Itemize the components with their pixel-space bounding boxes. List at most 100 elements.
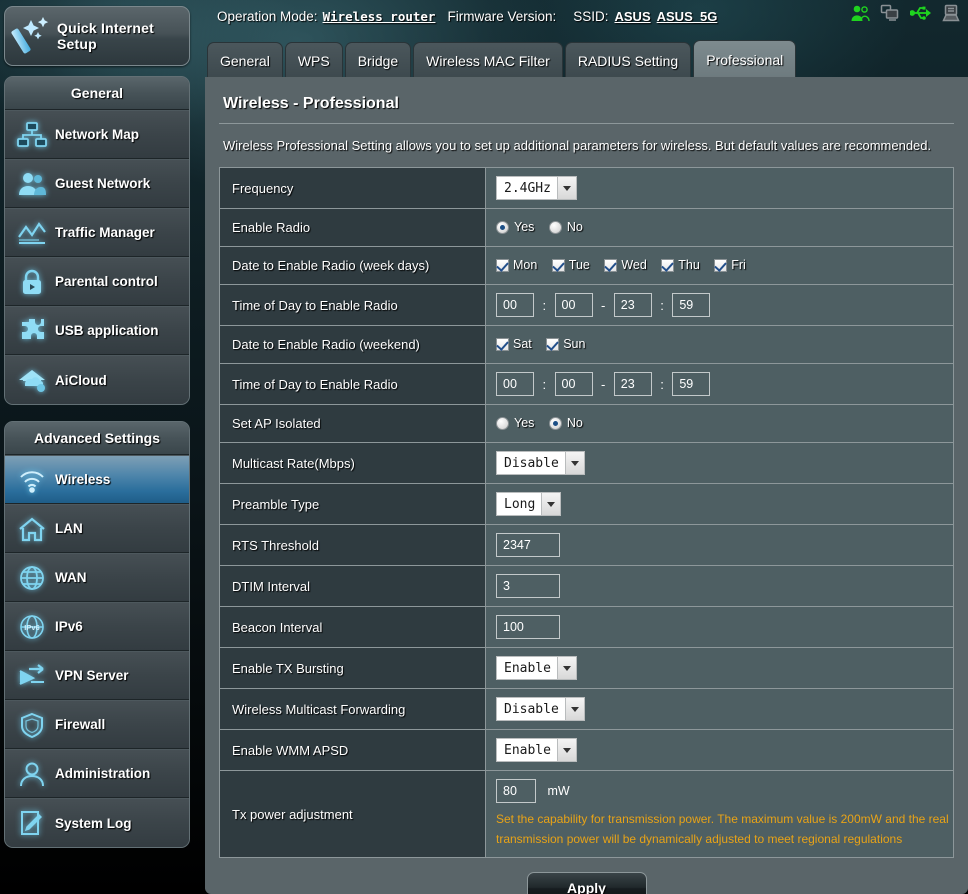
checkbox-mon[interactable]: Mon <box>496 258 537 272</box>
sidebar-group-general-header: General <box>5 77 189 110</box>
tab-radius-setting[interactable]: RADIUS Setting <box>564 42 692 78</box>
checkbox-indicator <box>604 258 618 272</box>
radio-indicator <box>548 220 562 234</box>
checkbox-label: Sat <box>513 337 532 352</box>
tab-professional[interactable]: Professional <box>693 40 797 78</box>
tx-bursting-select[interactable]: Enable <box>496 656 577 680</box>
wmm-apsd-select-value: Enable <box>497 739 557 761</box>
sidebar-item-administration[interactable]: Administration <box>5 749 189 798</box>
sidebar-item-parental-control[interactable]: Parental control <box>5 257 189 306</box>
radio-label: No <box>566 416 583 431</box>
sidebar-item-label: Network Map <box>55 127 140 142</box>
radio-indicator <box>496 416 509 430</box>
checkbox-label: Mon <box>513 258 538 273</box>
wmm-apsd-select[interactable]: Enable <box>496 738 577 762</box>
checkbox-tue[interactable]: Tue <box>551 258 590 272</box>
frequency-select-value: 2.4GHz <box>497 177 557 199</box>
tab-bridge[interactable]: Bridge <box>344 42 412 78</box>
printer-icon[interactable] <box>942 4 960 22</box>
row-label: Frequency <box>219 167 486 209</box>
checkbox-sun[interactable]: Sun <box>546 337 585 351</box>
multicast-rate-select[interactable]: Disable <box>496 451 585 475</box>
sidebar-item-label: WAN <box>55 570 87 585</box>
row-value: Enable <box>485 647 954 689</box>
sidebar-item-label: USB application <box>55 323 159 338</box>
checkbox-wed[interactable]: Wed <box>604 258 647 272</box>
ssid-value-5g[interactable]: ASUS_5G <box>657 9 718 24</box>
weekend-end-hour-input[interactable]: 23 <box>613 372 652 396</box>
ap-isolated-yes[interactable]: Yes <box>496 416 534 430</box>
sidebar-item-traffic-manager[interactable]: Traffic Manager <box>5 208 189 257</box>
multicast-forwarding-select[interactable]: Disable <box>496 697 585 721</box>
status-icon-group <box>850 4 960 22</box>
beacon-interval-input[interactable]: 100 <box>496 615 560 639</box>
sidebar-item-lan[interactable]: LAN <box>5 504 189 553</box>
weekday-start-hour-input[interactable]: 00 <box>496 293 534 317</box>
sidebar-item-usb-application[interactable]: USB application <box>5 306 189 355</box>
quick-internet-setup-button[interactable]: Quick Internet Setup <box>4 6 190 66</box>
weekday-end-minute-input[interactable]: 59 <box>672 293 711 317</box>
sidebar-item-firewall[interactable]: Firewall <box>5 700 189 749</box>
enable-radio-no[interactable]: No <box>548 220 583 234</box>
row-value: Long <box>485 483 954 525</box>
operation-mode-value[interactable]: Wireless router <box>323 9 436 24</box>
apply-button[interactable]: Apply <box>526 872 647 894</box>
edit-document-icon <box>9 803 55 843</box>
row-value: 2347 <box>485 524 954 566</box>
tx-power-input[interactable]: 80 <box>496 779 536 803</box>
weekend-end-minute-input[interactable]: 59 <box>672 372 711 396</box>
magic-wand-icon <box>7 12 57 60</box>
tab-wps[interactable]: WPS <box>284 42 343 78</box>
rts-threshold-input[interactable]: 2347 <box>496 533 560 557</box>
time-colon: : <box>542 297 547 313</box>
sidebar-item-wireless[interactable]: Wireless <box>5 455 189 504</box>
checkbox-thu[interactable]: Thu <box>661 258 700 272</box>
row-label: Time of Day to Enable Radio <box>219 363 486 405</box>
dtim-interval-input[interactable]: 3 <box>496 574 560 598</box>
enable-radio-yes[interactable]: Yes <box>496 220 534 234</box>
sidebar-item-label: Guest Network <box>55 176 151 191</box>
multicast-forwarding-select-value: Disable <box>497 698 565 720</box>
ssid-label: SSID: <box>573 8 609 24</box>
sidebar-item-ipv6[interactable]: IPv6 IPv6 <box>5 602 189 651</box>
page-title: Wireless - Professional <box>219 77 954 124</box>
usb-icon[interactable] <box>910 4 932 22</box>
clients-icon[interactable] <box>880 4 900 22</box>
sidebar-item-vpn-server[interactable]: VPN Server <box>5 651 189 700</box>
table-row-date-weekend: Date to Enable Radio (weekend) Sat Sun <box>219 325 954 364</box>
tab-wireless-mac-filter[interactable]: Wireless MAC Filter <box>413 42 563 78</box>
row-value: 100 <box>485 606 954 648</box>
row-label: Set AP Isolated <box>219 404 486 443</box>
sidebar-item-wan[interactable]: WAN <box>5 553 189 602</box>
sidebar-item-label: Administration <box>55 766 151 781</box>
time-dash: - <box>600 297 606 313</box>
sidebar-item-network-map[interactable]: Network Map <box>5 110 189 159</box>
weekend-start-hour-input[interactable]: 00 <box>496 372 534 396</box>
chevron-down-icon <box>556 657 576 679</box>
preamble-type-select[interactable]: Long <box>496 492 562 516</box>
ssid-value-2g[interactable]: ASUS <box>615 9 651 24</box>
sidebar-item-system-log[interactable]: System Log <box>5 798 189 847</box>
sidebar-item-guest-network[interactable]: Guest Network <box>5 159 189 208</box>
row-label: Date to Enable Radio (weekend) <box>219 325 486 364</box>
weekday-end-hour-input[interactable]: 23 <box>613 293 652 317</box>
row-label: Wireless Multicast Forwarding <box>219 688 486 730</box>
checkbox-indicator <box>546 337 560 351</box>
tab-general[interactable]: General <box>207 42 283 78</box>
router-admin-page: Quick Internet Setup General Network Map <box>0 0 968 894</box>
row-label: Enable Radio <box>219 208 486 247</box>
frequency-select[interactable]: 2.4GHz <box>496 176 577 200</box>
shield-icon <box>9 705 55 745</box>
weekend-start-minute-input[interactable]: 00 <box>554 372 593 396</box>
checkbox-fri[interactable]: Fri <box>714 258 746 272</box>
chevron-down-icon <box>541 493 561 515</box>
checkbox-sat[interactable]: Sat <box>496 337 532 351</box>
table-row-tx-bursting: Enable TX Bursting Enable <box>219 647 954 689</box>
weekday-start-minute-input[interactable]: 00 <box>554 293 593 317</box>
users-icon[interactable] <box>850 4 870 22</box>
row-value: 2.4GHz <box>485 167 954 209</box>
sidebar-item-aicloud[interactable]: AiCloud <box>5 355 189 404</box>
sidebar-group-advanced-header: Advanced Settings <box>5 422 189 455</box>
tx-bursting-select-value: Enable <box>497 657 557 679</box>
ap-isolated-no[interactable]: No <box>548 416 583 431</box>
